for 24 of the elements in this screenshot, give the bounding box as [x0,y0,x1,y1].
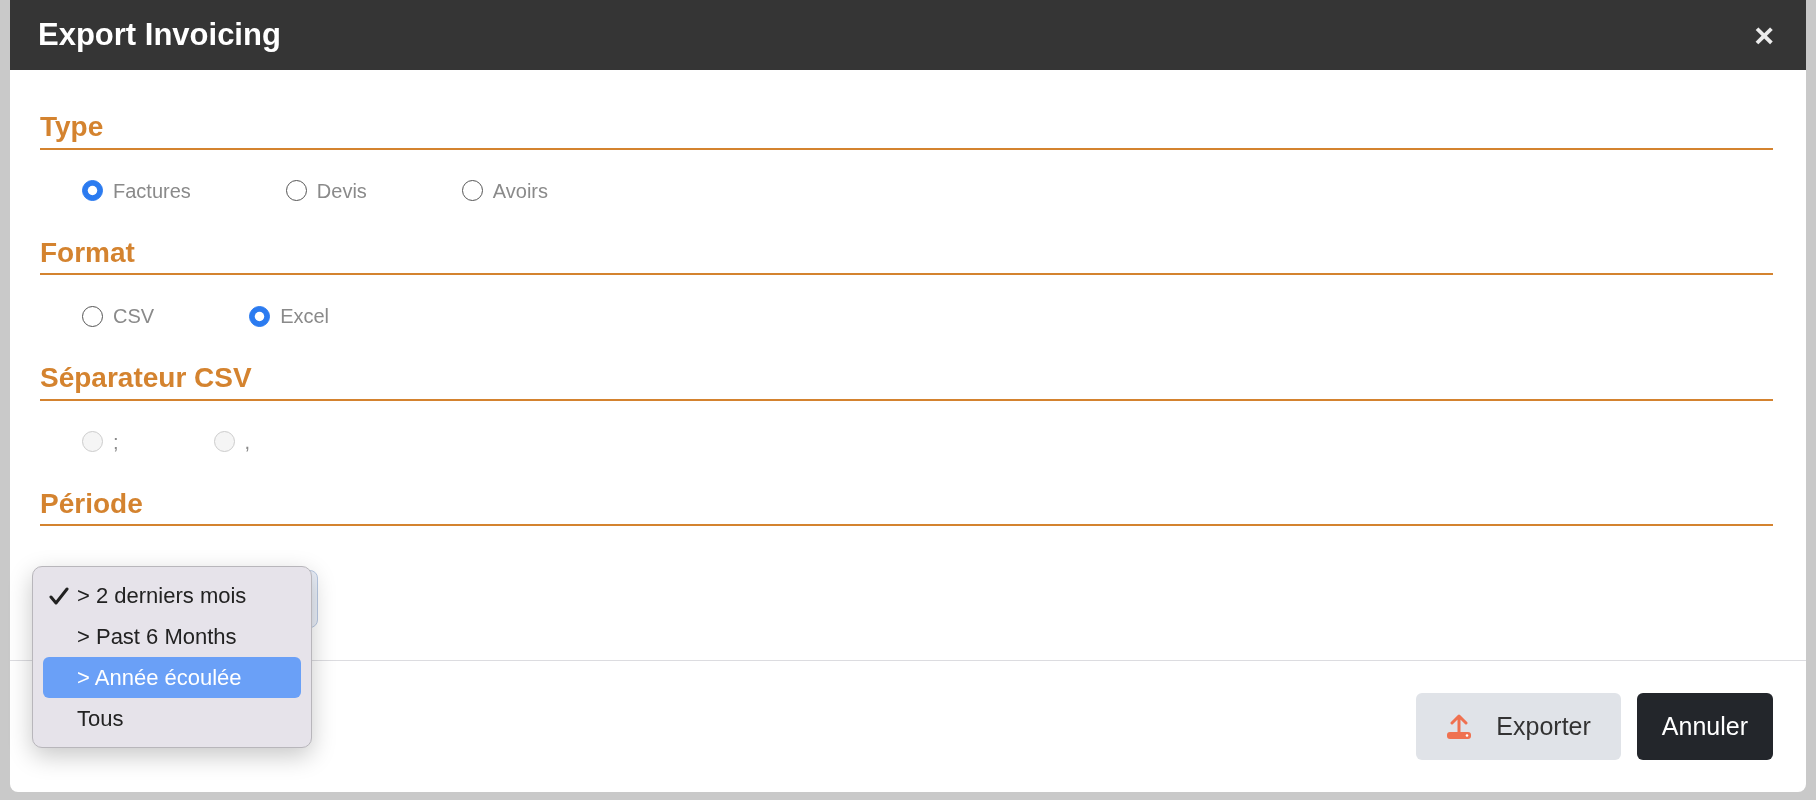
close-button[interactable]: × [1750,18,1778,52]
section-heading: Type [40,110,1773,150]
radio-button[interactable] [82,180,103,202]
radio-button[interactable] [285,180,307,202]
cancel-button[interactable]: Annuler [1636,693,1773,760]
menu-item[interactable]: > Past 6 Months [43,616,301,658]
dialog-title: Export Invoicing [38,16,281,54]
section-heading: Format [40,235,1773,276]
radio-label: Excel [280,304,330,330]
radio-label: Avoirs [492,178,549,204]
upload-icon [1446,713,1473,740]
radio-label: Devis [316,178,367,204]
radio-label: CSV [113,304,155,330]
radio-label: , [244,429,251,455]
section-heading: Séparateur CSV [40,361,1773,401]
radio-label: ; [113,429,119,455]
radio-button[interactable] [82,305,103,327]
radio-button[interactable] [461,180,483,202]
radio-label: Factures [113,178,191,204]
menu-item[interactable]: Tous [43,698,301,740]
export-button[interactable]: Exporter [1416,693,1621,760]
radio-button[interactable] [249,305,271,327]
menu-item[interactable]: > 2 derniers mois [43,575,301,617]
section-heading: Période [40,486,1773,527]
